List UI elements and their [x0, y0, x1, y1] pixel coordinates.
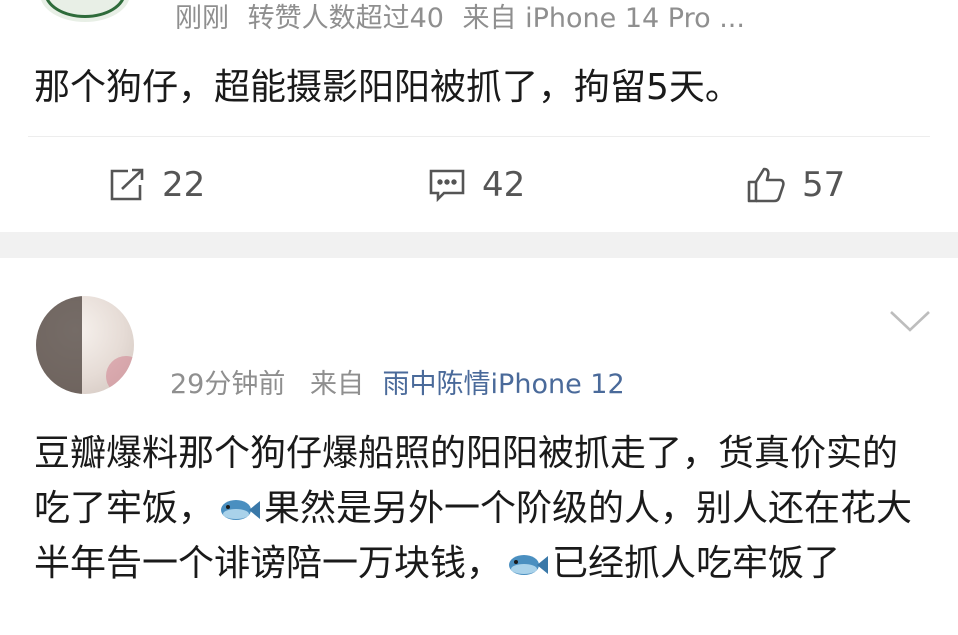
post-source: 来自 iPhone 14 Pro ... — [462, 3, 745, 34]
avatar[interactable] — [40, 0, 130, 22]
post-content: 那个狗仔，超能摄影阳阳被抓了，拘留5天。 — [34, 67, 741, 108]
repost-count: 22 — [162, 165, 206, 205]
comment-icon — [429, 169, 465, 203]
action-bar: 22 42 57 — [0, 160, 958, 210]
comment-count: 42 — [482, 165, 526, 205]
post-meta: 刚刚 转赞人数超过40 来自 iPhone 14 Pro ... — [175, 0, 755, 35]
post-time: 29分钟前 — [170, 369, 286, 400]
section-separator — [0, 232, 958, 258]
fish-emoji-icon — [221, 500, 261, 520]
repost-icon — [110, 168, 144, 201]
content-part: 已经抓人吃牢饭了 — [552, 543, 841, 584]
post-meta: 29分钟前 来自 雨中陈情iPhone 12 — [170, 362, 625, 401]
post-card: 29分钟前 来自 雨中陈情iPhone 12 豆瓣爆料那个狗仔爆船照的阳阳被抓走… — [0, 258, 958, 635]
fish-emoji-icon — [509, 555, 549, 575]
comment-button[interactable]: 42 — [428, 160, 525, 210]
post-card: 刚刚 转赞人数超过40 来自 iPhone 14 Pro ... 那个狗仔，超能… — [0, 0, 958, 232]
post-time: 刚刚 — [175, 3, 229, 34]
repost-button[interactable]: 22 — [108, 160, 205, 210]
like-button[interactable]: 57 — [746, 160, 845, 210]
post-content: 豆瓣爆料那个狗仔爆船照的阳阳被抓走了，货真价实的吃了牢饭， 果然是另外一个阶级的… — [34, 426, 924, 591]
avatar-ring — [44, 0, 126, 18]
avatar-shade — [36, 296, 82, 394]
like-count: 57 — [802, 165, 846, 205]
post-source-device[interactable]: 雨中陈情iPhone 12 — [383, 369, 625, 400]
avatar[interactable] — [36, 296, 134, 394]
post-note: 转赞人数超过40 — [247, 3, 444, 34]
post-source-label: 来自 — [309, 369, 364, 400]
chevron-down-icon[interactable] — [888, 308, 932, 334]
avatar-shade — [106, 356, 134, 394]
divider — [28, 136, 930, 137]
thumbs-up-icon — [747, 167, 785, 203]
